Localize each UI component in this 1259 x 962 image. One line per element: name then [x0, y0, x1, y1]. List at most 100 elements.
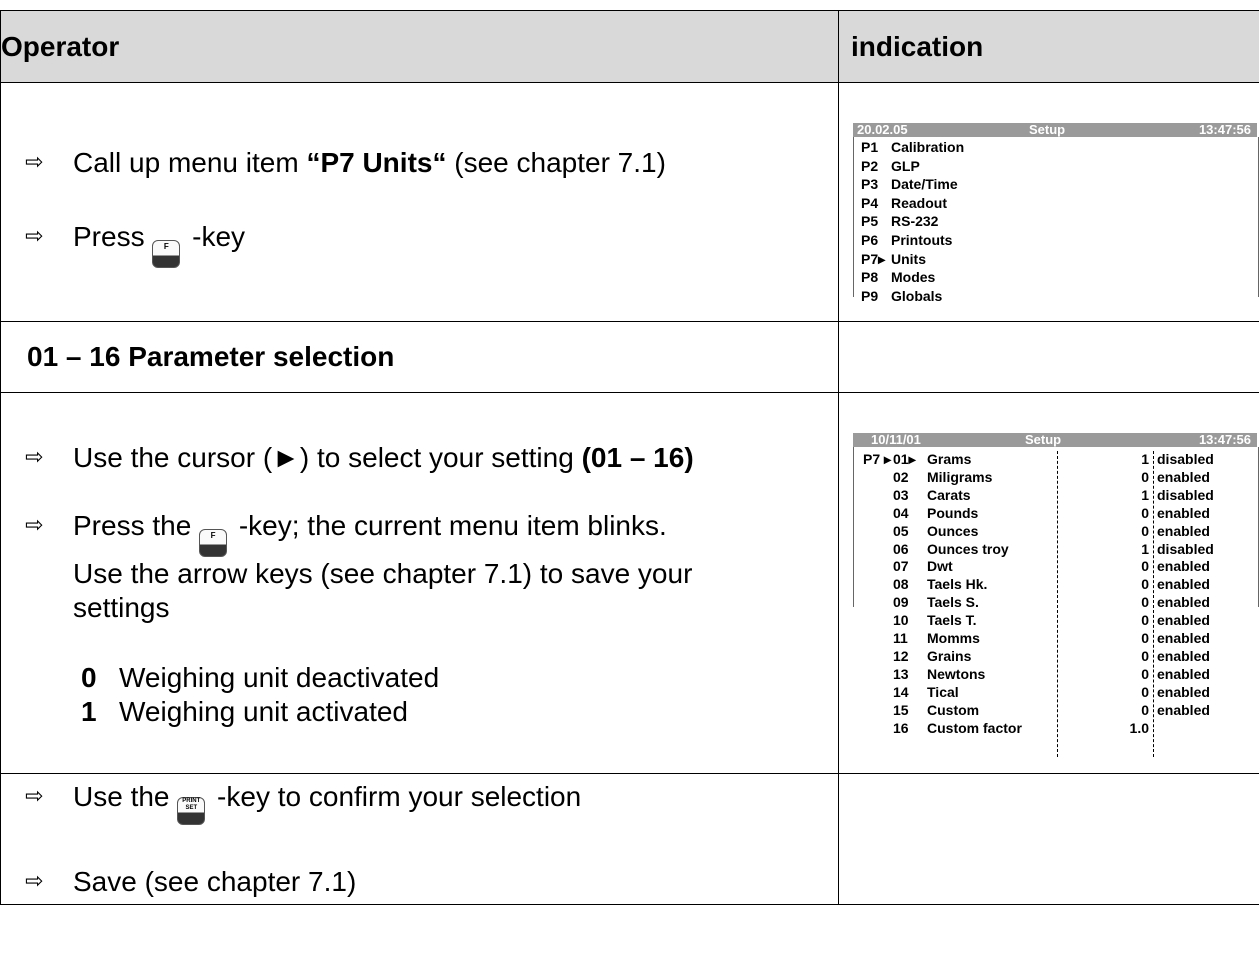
f-key-icon: F	[152, 240, 181, 268]
display-menu-prefix: P7 ▸	[863, 451, 892, 467]
unit-state: enabled	[1157, 683, 1210, 700]
menu-item: P6 Printouts	[861, 232, 952, 248]
unit-state: enabled	[1157, 576, 1210, 593]
unit-name: Miligrams	[927, 468, 993, 485]
unit-value: 0	[1141, 630, 1149, 646]
display-status-bar: 20.02.05 Setup 13:47:56	[853, 123, 1257, 137]
unit-name: Ounces troy	[927, 540, 1009, 557]
indication-header: indication	[838, 10, 1259, 83]
unit-value: 0	[1141, 683, 1149, 700]
display-date: 20.02.05	[857, 122, 908, 137]
menu-item-code: P7▸	[861, 250, 886, 267]
step-save: ⇨ Save (see chapter 7.1)	[1, 865, 838, 899]
operator-cell-2: ⇨ Use the cursor (►) to select your sett…	[0, 392, 839, 774]
unit-value: 1	[1141, 451, 1149, 467]
display-status-bar: 10/11/01 Setup 13:47:56	[853, 433, 1257, 447]
menu-item: P4 Readout	[861, 195, 947, 211]
step-text: Use the arrow keys (see chapter 7.1) to …	[73, 558, 693, 589]
menu-item-code: P1	[861, 139, 879, 155]
menu-item-label: Globals	[891, 287, 943, 304]
unit-number: 02	[893, 468, 909, 485]
display-time: 13:47:56	[1198, 432, 1251, 447]
unit-name: Ounces	[927, 522, 979, 539]
unit-value: 0	[1141, 522, 1149, 539]
menu-item-label: Calibration	[891, 139, 965, 155]
arrow-icon: ⇨	[25, 868, 44, 894]
step-text: -key to confirm your selection	[209, 780, 582, 812]
step-select-setting: ⇨ Use the cursor (►) to select your sett…	[1, 441, 838, 475]
arrow-icon: ⇨	[25, 445, 44, 470]
indication-cell-empty	[838, 773, 1259, 905]
step-confirm: ⇨ Use the PRINT SET -key to confirm your…	[1, 780, 838, 825]
operator-cell-1: ⇨ Call up menu item “P7 Units“ (see chap…	[0, 82, 839, 322]
f-key-icon: F	[199, 529, 228, 557]
unit-number: 12	[893, 647, 909, 664]
setting-range: (01 – 16)	[581, 442, 694, 473]
menu-item: P5 RS-232	[861, 213, 938, 229]
menu-item-label: Modes	[891, 269, 936, 286]
unit-name: Tical	[927, 683, 959, 700]
indication-cell-1: 20.02.05 Setup 13:47:56 P1 Calibration P2 G…	[838, 82, 1259, 322]
unit-name: Carats	[927, 486, 971, 503]
menu-item: P1 Calibration	[861, 139, 964, 155]
display-date: 10/11/01	[871, 432, 921, 447]
unit-number: 04	[893, 504, 909, 521]
unit-value: 0	[1141, 701, 1149, 718]
unit-state: enabled	[1157, 522, 1210, 539]
unit-name: Taels S.	[927, 594, 979, 611]
unit-name: Dwt	[927, 558, 953, 575]
menu-item-label: Units	[891, 250, 926, 267]
unit-name: Momms	[927, 630, 980, 646]
unit-state: enabled	[1157, 665, 1210, 682]
unit-state: enabled	[1157, 612, 1210, 629]
unit-number: 13	[893, 665, 909, 682]
menu-item-label: Readout	[891, 194, 947, 211]
unit-number: 08	[893, 576, 909, 593]
display-title: Setup	[1029, 122, 1066, 137]
menu-item-code: P6	[861, 232, 879, 248]
menu-item-label: RS-232	[891, 213, 939, 230]
menu-item-label: Printouts	[891, 232, 953, 248]
unit-value: 0	[1141, 612, 1149, 629]
unit-value: 1.0	[1129, 719, 1149, 736]
unit-number: 16	[893, 719, 909, 736]
step-text: -key	[184, 221, 246, 252]
step-text: -key; the current menu item blinks.	[231, 510, 667, 541]
unit-state: enabled	[1157, 647, 1210, 664]
step-text: Use the	[73, 780, 178, 812]
option-0: 0 Weighing unit deactivated	[81, 662, 440, 693]
unit-number: 14	[893, 683, 909, 700]
unit-number: 10	[893, 612, 909, 629]
unit-state: enabled	[1157, 558, 1210, 575]
menu-item: P9 Globals	[861, 288, 942, 304]
instruction-table: Operator indication ⇨ Call up menu item …	[0, 10, 1259, 905]
menu-item: P7▸ Units	[861, 251, 926, 267]
units-display: 10/11/01 Setup 13:47:56 P7 ▸ 01▸ Grams 1 di…	[839, 393, 1259, 771]
step-press-f: ⇨ Press F -key	[1, 220, 838, 268]
unit-number: 01▸	[893, 451, 916, 467]
unit-state: enabled	[1157, 504, 1210, 521]
operator-cell-3: ⇨ Use the PRINT SET -key to confirm your…	[0, 773, 839, 905]
option-list: 0 Weighing unit deactivated 1 Weighing uni…	[1, 661, 838, 729]
section-title: 01 – 16 Parameter selection	[0, 321, 839, 393]
unit-name: Pounds	[927, 504, 979, 521]
unit-state: enabled	[1157, 594, 1210, 611]
unit-value: 0	[1141, 576, 1149, 593]
unit-name: Custom	[927, 701, 980, 718]
step-text: Use the cursor (►) to select your settin…	[73, 442, 582, 473]
indication-cell-empty	[838, 321, 1259, 393]
unit-name: Taels T.	[927, 612, 977, 629]
unit-name: Newtons	[927, 665, 986, 682]
unit-number: 03	[893, 486, 909, 503]
step-press-f-blink: ⇨ Press the F -key; the current menu ite…	[1, 509, 838, 625]
step-text: Press the	[73, 510, 200, 541]
unit-value: 0	[1141, 647, 1149, 664]
menu-item: P8 Modes	[861, 269, 935, 285]
unit-state: enabled	[1157, 701, 1210, 718]
setup-menu-display: 20.02.05 Setup 13:47:56 P1 Calibration P2 G…	[839, 83, 1259, 319]
option-1: 1 Weighing unit activated	[81, 696, 408, 727]
unit-name: Grains	[927, 647, 972, 664]
step-text: settings	[73, 592, 170, 623]
unit-value: 0	[1141, 504, 1149, 521]
unit-state: enabled	[1157, 630, 1210, 646]
